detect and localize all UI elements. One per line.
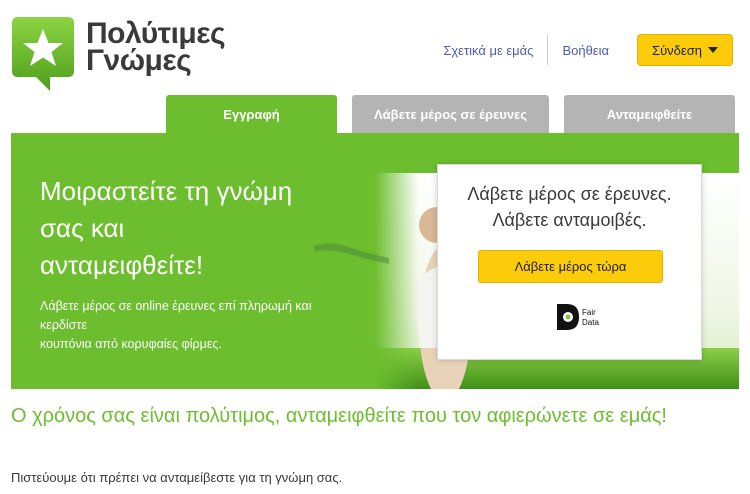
take-part-now-button[interactable]: Λάβετε μέρος τώρα	[478, 250, 663, 283]
top-nav: Σχετικά με εμάς Βοήθεια Σύνδεση	[429, 34, 750, 66]
section-text: Πιστεύουμε ότι πρέπει να ανταμείβεστε γι…	[11, 470, 343, 485]
hero-title: Μοιραστείτε τη γνώμη σας και ανταμειφθεί…	[40, 173, 380, 284]
logo-wordmark: Πολύτιμες Γνώμες	[86, 17, 226, 77]
help-link[interactable]: Βοήθεια	[548, 43, 623, 58]
cta-line-2: Λάβετε ανταμοιβές.	[492, 210, 647, 230]
tab-bar: Εγγραφή Λάβετε μέρος σε έρευνες Ανταμειφ…	[166, 95, 735, 133]
cta-card: Λάβετε μέρος σε έρευνες. Λάβετε ανταμοιβ…	[437, 164, 702, 360]
cta-line-1: Λάβετε μέρος σε έρευνες.	[467, 184, 672, 204]
tab-surveys[interactable]: Λάβετε μέρος σε έρευνες	[352, 95, 549, 133]
hero-banner: Μοιραστείτε τη γνώμη σας και ανταμειφθεί…	[11, 133, 739, 389]
login-button[interactable]: Σύνδεση	[637, 34, 733, 66]
tab-rewards[interactable]: Ανταμειφθείτε	[564, 95, 735, 133]
hero-sub-line-2: κερδίστε	[40, 318, 87, 332]
hero-title-line-3: ανταμειφθείτε!	[40, 250, 204, 280]
hero-subtitle: Λάβετε μέρος σε online έρευνες επί πληρω…	[40, 297, 380, 354]
about-link[interactable]: Σχετικά με εμάς	[429, 43, 547, 58]
fair-data-logo: Fair Data	[557, 304, 599, 330]
section-heading: Ο χρόνος σας είναι πολύτιμος, ανταμειφθε…	[11, 405, 667, 427]
hero-sub-line-1: Λάβετε μέρος σε online έρευνες επί πληρω…	[40, 299, 312, 313]
star-icon	[12, 17, 74, 91]
caret-down-icon	[707, 47, 718, 53]
hero-title-line-1: Μοιραστείτε τη γνώμη	[40, 176, 293, 206]
fair-data-line-2: Data	[582, 318, 599, 327]
site-logo[interactable]: Πολύτιμες Γνώμες	[10, 12, 250, 92]
tab-register[interactable]: Εγγραφή	[166, 95, 337, 133]
login-button-label: Σύνδεση	[652, 42, 702, 58]
hero-title-line-2: σας και	[40, 213, 125, 243]
fair-data-line-1: Fair	[582, 308, 596, 317]
cta-text: Λάβετε μέρος σε έρευνες. Λάβετε ανταμοιβ…	[438, 181, 701, 233]
logo-line-2: Γνώμες	[86, 44, 192, 77]
hero-sub-line-3: κουπόνια από κορυφαίες φίρμες.	[40, 337, 222, 351]
logo-line-1: Πολύτιμες	[86, 17, 226, 50]
